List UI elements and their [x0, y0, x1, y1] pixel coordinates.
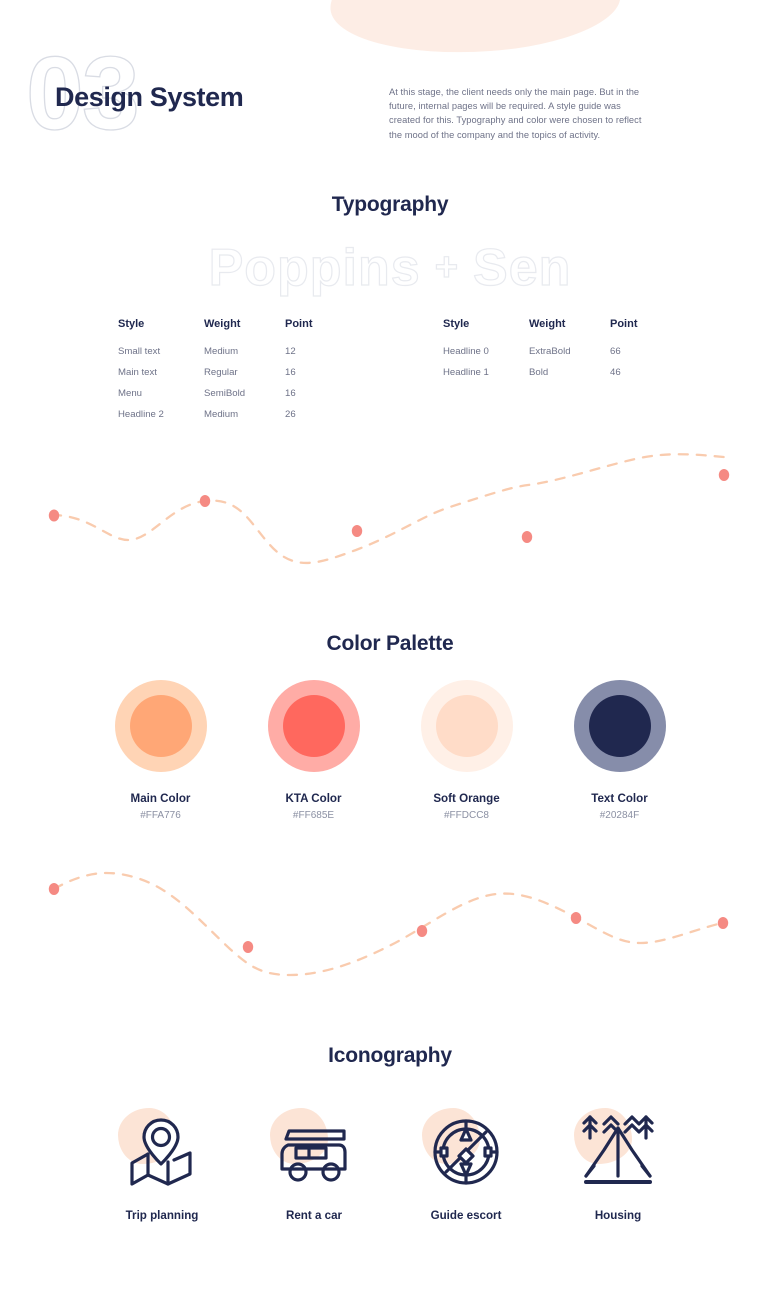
icon-label: Trip planning — [125, 1209, 199, 1222]
wave-divider-top — [48, 453, 730, 565]
column-header-style: Style — [443, 318, 470, 330]
section-title-palette: Color Palette — [326, 632, 454, 655]
cell-weight: Regular — [204, 367, 238, 378]
icon-art — [116, 1106, 208, 1198]
cell-style: Headline 1 — [443, 367, 489, 378]
font-plus-separator: + — [434, 245, 460, 289]
column-header-point: Point — [610, 318, 638, 330]
cell-weight: Bold — [529, 367, 549, 378]
color-swatch-kta[interactable]: KTA Color #FF685E — [267, 680, 361, 821]
icon-card-trip-planning[interactable]: Trip planning — [116, 1106, 208, 1222]
table-row: Small text Medium 12 — [118, 346, 335, 367]
wave-dot — [351, 525, 363, 537]
icon-art — [420, 1106, 512, 1198]
table-row: Headline 0 ExtraBold 66 — [443, 346, 660, 367]
cell-point: 16 — [285, 388, 296, 399]
cell-weight: Medium — [204, 346, 239, 357]
column-header-point: Point — [285, 318, 313, 330]
wave-dot — [48, 509, 60, 522]
cell-point: 46 — [610, 367, 621, 378]
cell-weight: Medium — [204, 409, 239, 420]
icon-label: Rent a car — [285, 1209, 343, 1222]
swatch-hex: #FFA776 — [140, 810, 181, 821]
wave-dot — [48, 883, 60, 895]
typography-table-left: Style Weight Point Small text Medium 12 … — [118, 318, 335, 430]
cell-style: Small text — [118, 346, 161, 357]
swatch-ring — [267, 680, 360, 772]
swatch-hex: #FFDCC8 — [443, 810, 489, 821]
swatch-core — [129, 695, 192, 757]
table: Style Weight Point Headline 0 ExtraBold … — [443, 318, 660, 388]
wave-dot — [521, 531, 533, 543]
table-header-row: Style Weight Point — [118, 318, 335, 346]
cell-point: 66 — [610, 346, 621, 357]
page-header: 03 Design System At this stage, the clie… — [0, 0, 780, 175]
swatch-core — [282, 695, 345, 757]
map-pin-icon — [130, 1118, 192, 1186]
color-swatch-soft-orange[interactable]: Soft Orange #FFDCC8 — [420, 680, 514, 821]
color-palette-row: Main Color #FFA776 KTA Color #FF685E Sof… — [0, 680, 780, 821]
iconography-row: Trip planning Rent a car Guide escort Ho… — [0, 1106, 780, 1222]
font-family-showcase: Poppins + Sen — [0, 239, 780, 297]
cell-point: 16 — [285, 367, 296, 378]
table-row: Menu SemiBold 16 — [118, 388, 335, 409]
icon-art — [268, 1106, 360, 1198]
column-header-weight: Weight — [529, 318, 566, 330]
cell-weight: SemiBold — [204, 388, 246, 399]
cell-style: Main text — [118, 367, 157, 378]
wave-dot — [416, 925, 428, 937]
tent-icon — [582, 1115, 654, 1184]
column-header-weight: Weight — [204, 318, 241, 330]
wave-dot — [718, 469, 730, 481]
icon-label: Housing — [594, 1209, 642, 1222]
table-row: Main text Regular 16 — [118, 367, 335, 388]
icon-art — [572, 1106, 664, 1198]
intro-paragraph: At this stage, the client needs only the… — [389, 87, 642, 140]
table: Style Weight Point Small text Medium 12 … — [118, 318, 335, 430]
color-swatch-main[interactable]: Main Color #FFA776 — [114, 680, 208, 821]
wave-divider-bottom — [48, 871, 729, 977]
cell-style: Menu — [118, 388, 142, 399]
section-title-iconography: Iconography — [328, 1044, 452, 1067]
swatch-name: KTA Color — [285, 792, 342, 805]
wave-dot — [242, 941, 254, 953]
swatch-ring — [114, 680, 207, 772]
cell-weight: ExtraBold — [529, 346, 571, 357]
color-swatch-text[interactable]: Text Color #20284F — [573, 680, 667, 821]
swatch-core — [588, 695, 651, 757]
swatch-hex: #FF685E — [292, 810, 335, 821]
wave-dot — [570, 912, 582, 924]
font-primary-name: Poppins — [208, 239, 421, 297]
van-icon — [280, 1129, 347, 1182]
swatch-name: Text Color — [591, 792, 648, 805]
compass-icon — [433, 1119, 499, 1185]
wave-path — [50, 453, 726, 565]
swatch-name: Soft Orange — [433, 792, 500, 805]
table-row: Headline 1 Bold 46 — [443, 367, 660, 388]
swatch-hex: #20284F — [599, 810, 640, 821]
column-header-style: Style — [118, 318, 145, 330]
section-title-typography: Typography — [331, 193, 449, 216]
wave-dot — [717, 917, 729, 929]
typography-table-right: Style Weight Point Headline 0 ExtraBold … — [443, 318, 660, 388]
swatch-ring — [420, 680, 513, 772]
cell-style: Headline 2 — [118, 409, 164, 420]
table-row: Headline 2 Medium 26 — [118, 409, 335, 430]
swatch-name: Main Color — [130, 792, 191, 805]
cell-point: 26 — [285, 409, 296, 420]
swatch-core — [435, 695, 498, 757]
icon-label: Guide escort — [430, 1209, 502, 1222]
wave-path — [52, 871, 724, 977]
page-title: Design System — [55, 82, 244, 112]
icon-card-guide-escort[interactable]: Guide escort — [420, 1106, 512, 1222]
icon-card-rent-a-car[interactable]: Rent a car — [268, 1106, 360, 1222]
swatch-ring — [573, 680, 666, 772]
font-secondary-name: Sen — [472, 239, 572, 297]
cell-style: Headline 0 — [443, 346, 489, 357]
table-header-row: Style Weight Point — [443, 318, 660, 346]
cell-point: 12 — [285, 346, 296, 357]
wave-dot — [199, 495, 211, 507]
icon-card-housing[interactable]: Housing — [572, 1106, 664, 1222]
